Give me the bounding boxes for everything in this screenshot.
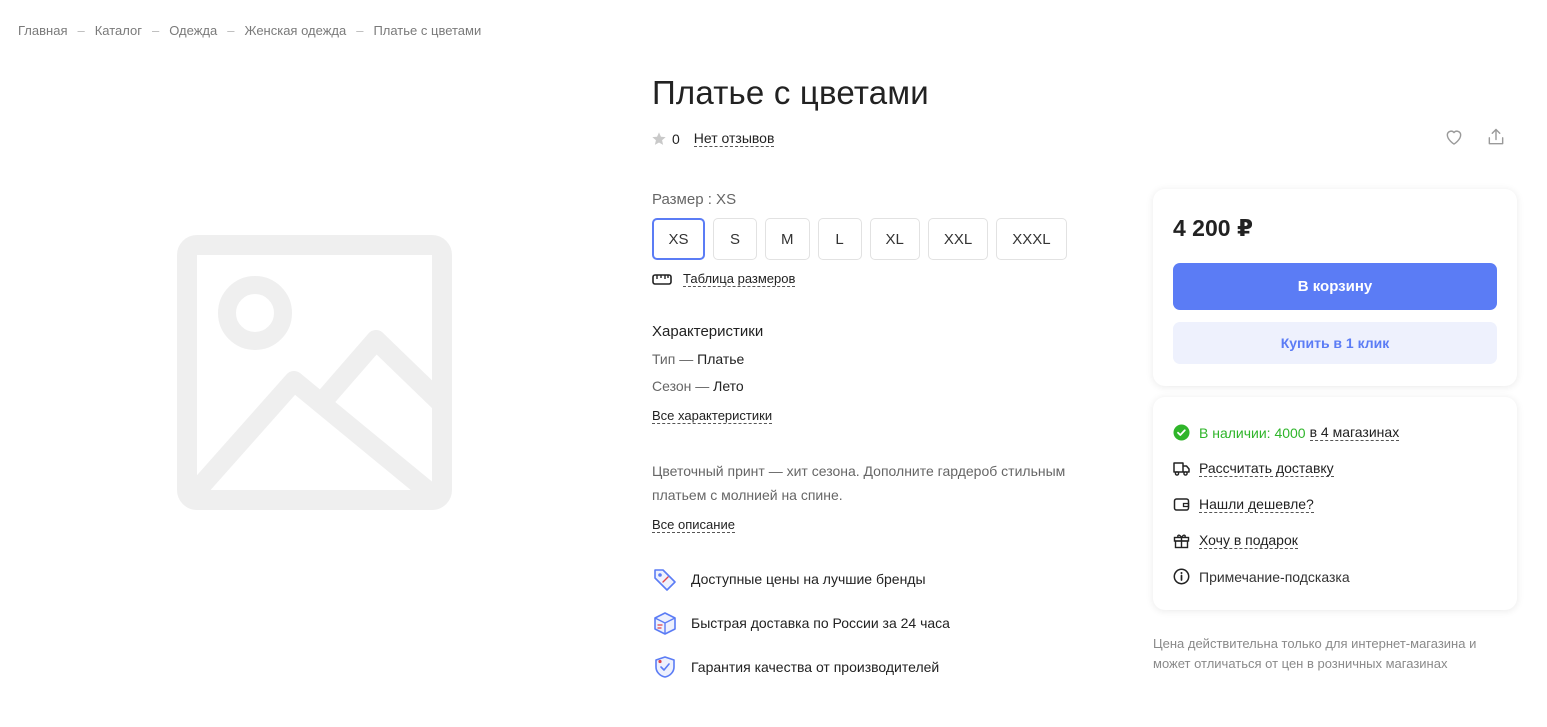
size-table: Таблица размеров — [652, 271, 796, 287]
star-icon — [651, 131, 667, 147]
delivery-box-icon — [652, 610, 678, 636]
buy-card: 4 200 ₽ В корзину Купить в 1 клик — [1153, 189, 1517, 386]
breadcrumb-separator: – — [356, 23, 364, 38]
all-characteristics-link[interactable]: Все характеристики — [652, 408, 773, 424]
breadcrumb: Главная – Каталог – Одежда – Женская оде… — [18, 23, 481, 38]
size-option-xxl[interactable]: XXL — [927, 218, 989, 260]
add-to-cart-button[interactable]: В корзину — [1173, 263, 1497, 310]
characteristic-key: Сезон — — [652, 378, 714, 394]
size-option-m[interactable]: M — [765, 218, 810, 260]
breadcrumb-separator: – — [77, 23, 85, 38]
truck-icon — [1173, 460, 1190, 477]
feature-item-quality: Гарантия качества от производителей — [652, 654, 939, 680]
breadcrumb-item-home[interactable]: Главная — [18, 23, 67, 38]
characteristic-key: Тип — — [652, 351, 698, 367]
characteristics-title: Характеристики — [652, 323, 764, 340]
availability-card: В наличии: 4000 в 4 магазинах Рассчитать… — [1153, 397, 1517, 610]
feature-text: Гарантия качества от производителей — [691, 659, 940, 675]
ruler-icon — [652, 272, 672, 286]
buy-one-click-button[interactable]: Купить в 1 клик — [1173, 322, 1497, 364]
size-option-l[interactable]: L — [817, 218, 862, 260]
reviews-link[interactable]: Нет отзывов — [693, 131, 775, 147]
characteristic-value: Платье — [697, 351, 745, 367]
gift-icon — [1173, 532, 1190, 549]
hint-row: Примечание-подсказка — [1173, 568, 1350, 585]
characteristic-value: Лето — [713, 378, 744, 394]
cheaper-row: Нашли дешевле? — [1173, 496, 1314, 513]
gift-row: Хочу в подарок — [1173, 532, 1298, 549]
breadcrumb-item-catalog[interactable]: Каталог — [95, 23, 142, 38]
breadcrumb-item-clothing[interactable]: Одежда — [169, 23, 217, 38]
product-description: Цветочный принт — хит сезона. Дополните … — [652, 463, 1066, 503]
product-image-placeholder-icon — [177, 235, 452, 510]
feature-item-delivery: Быстрая доставка по России за 24 часа — [652, 610, 950, 636]
info-icon — [1173, 568, 1190, 585]
size-option-xs[interactable]: XS — [652, 218, 705, 260]
characteristic-row-season: Сезон — Лето — [652, 378, 744, 394]
in-stock-status: В наличии: 4000 — [1199, 424, 1306, 441]
stores-link[interactable]: в 4 магазинах — [1309, 424, 1400, 441]
all-description-wrap: Все описание — [652, 517, 735, 533]
size-option-xl[interactable]: XL — [869, 218, 920, 260]
check-circle-icon — [1173, 424, 1190, 441]
feature-text: Доступные цены на лучшие бренды — [691, 571, 926, 587]
breadcrumb-item-current: Платье с цветами — [373, 23, 482, 38]
all-characteristics-wrap: Все характеристики — [652, 408, 773, 424]
size-option-s[interactable]: S — [713, 218, 757, 260]
size-table-link[interactable]: Таблица размеров — [683, 271, 796, 287]
product-price: 4 200 ₽ — [1173, 215, 1253, 241]
product-actions — [1444, 127, 1506, 147]
hint-text: Примечание-подсказка — [1199, 568, 1350, 585]
want-as-gift-link[interactable]: Хочу в подарок — [1199, 532, 1298, 549]
heart-icon[interactable] — [1444, 127, 1464, 147]
wallet-icon — [1173, 496, 1190, 513]
rating-count: 0 — [672, 131, 680, 147]
breadcrumb-separator: – — [227, 23, 235, 38]
size-label: Размер : XS — [652, 191, 737, 208]
feature-item-prices: Доступные цены на лучшие бренды — [652, 566, 926, 592]
breadcrumb-item-womens[interactable]: Женская одежда — [244, 23, 346, 38]
rating: 0 Нет отзывов — [651, 131, 775, 147]
price-tag-icon — [652, 566, 678, 592]
quality-shield-icon — [652, 654, 678, 680]
characteristic-row-type: Тип — Платье — [652, 351, 744, 367]
feature-text: Быстрая доставка по России за 24 часа — [691, 615, 950, 631]
availability-row: В наличии: 4000 в 4 магазинах — [1173, 424, 1400, 441]
calculate-delivery-link[interactable]: Рассчитать доставку — [1199, 460, 1334, 477]
breadcrumb-separator: – — [151, 23, 160, 38]
found-cheaper-link[interactable]: Нашли дешевле? — [1199, 496, 1314, 513]
size-option-xxxl[interactable]: XXXL — [996, 218, 1067, 260]
size-selector: XS S M L XL XXL XXXL — [652, 218, 1067, 260]
delivery-row: Рассчитать доставку — [1173, 460, 1334, 477]
share-icon[interactable] — [1486, 127, 1506, 147]
price-note: Цена действительна только для интернет-м… — [1153, 636, 1477, 671]
all-description-link[interactable]: Все описание — [652, 517, 735, 533]
page-title: Платье с цветами — [652, 74, 929, 111]
